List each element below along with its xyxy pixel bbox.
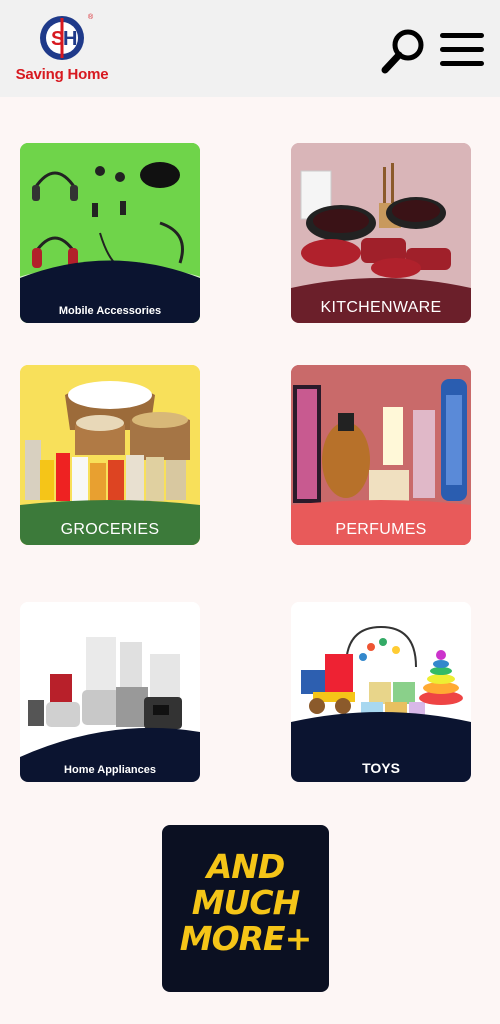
category-label: Mobile Accessories (58, 305, 162, 317)
category-toys[interactable]: TOYS (291, 602, 471, 782)
mobile-accessories-image (20, 143, 200, 323)
home-appliances-image (20, 602, 200, 782)
hamburger-menu-icon (440, 33, 484, 66)
logo-mark-icon: S H (40, 16, 84, 60)
svg-text:H: H (63, 28, 77, 50)
category-label: Home Appliances (64, 764, 156, 776)
category-kitchenware[interactable]: KITCHENWARE (291, 143, 471, 323)
search-button[interactable] (378, 25, 428, 75)
category-mobile-accessories[interactable]: Mobile Accessories (20, 143, 200, 323)
menu-button[interactable] (438, 30, 486, 70)
brand-logo[interactable]: S H ® Saving Home (12, 14, 112, 84)
category-label: KITCHENWARE (320, 299, 442, 316)
category-label: GROCERIES (60, 521, 160, 538)
app-header: S H ® Saving Home (0, 0, 500, 97)
search-icon (381, 29, 424, 74)
brand-name: Saving Home (15, 66, 109, 83)
category-groceries[interactable]: GROCERIES (20, 365, 200, 545)
registered-mark: ® (88, 14, 94, 21)
category-label: TOYS (362, 760, 400, 776)
category-label: PERFUMES (335, 521, 427, 538)
category-perfumes[interactable]: PERFUMES (291, 365, 471, 545)
category-home-appliances[interactable]: Home Appliances (20, 602, 200, 782)
perfumes-image (291, 365, 471, 545)
groceries-image (20, 365, 200, 545)
toys-image (291, 602, 471, 782)
more-categories-button[interactable]: AND MUCH MORE+ (162, 825, 329, 992)
kitchenware-image (291, 143, 471, 323)
more-label: AND MUCH MORE+ (179, 847, 313, 958)
